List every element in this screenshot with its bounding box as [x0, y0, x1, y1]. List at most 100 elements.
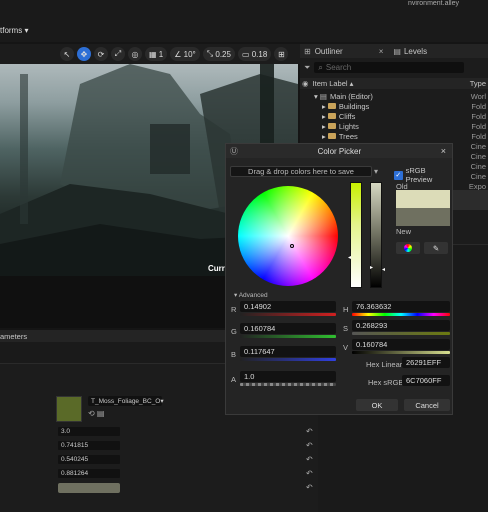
new-color-swatch[interactable]: [396, 208, 450, 226]
color-theme-drop-zone[interactable]: Drag & drop colors here to save: [230, 166, 372, 177]
h-slider[interactable]: [352, 313, 450, 316]
angle-icon: ∠: [174, 49, 184, 59]
texture-dropdown[interactable]: T_Moss_Foliage_BC_O ▾: [88, 396, 164, 406]
s-slider[interactable]: [352, 332, 450, 335]
texture-thumbnail[interactable]: [56, 396, 82, 422]
h-label: H: [343, 305, 349, 314]
search-input[interactable]: ⌕ Search: [314, 62, 465, 73]
color-wheel-cursor[interactable]: [290, 244, 294, 248]
b-input[interactable]: 0.117647: [240, 346, 336, 357]
search-icon: ⌕: [318, 62, 323, 72]
levels-icon: ▤: [393, 46, 401, 56]
r-input[interactable]: 0.14902: [240, 301, 336, 312]
color-wheel-icon: [404, 244, 412, 252]
reset-icon[interactable]: ↶: [306, 441, 313, 450]
slider-handle-icon[interactable]: ▸: [370, 264, 373, 271]
eye-icon[interactable]: ◉: [302, 79, 309, 88]
outliner-row[interactable]: ▸ Lights Fold: [300, 121, 488, 131]
translate-icon[interactable]: ✥: [77, 47, 91, 61]
eyedropper-icon: ✎: [432, 243, 440, 253]
param-field[interactable]: 0.540245: [58, 455, 120, 464]
reset-icon[interactable]: ↶: [306, 427, 313, 436]
color-picker-dialog: Ⓤ Color Picker × Drag & drop colors here…: [225, 143, 453, 415]
a-slider[interactable]: [240, 383, 336, 386]
color-swatch[interactable]: [58, 483, 120, 493]
g-input[interactable]: 0.160784: [240, 323, 336, 334]
outliner-tab[interactable]: Outliner: [315, 47, 343, 56]
sort-up-icon: ▴: [349, 79, 354, 88]
platforms-menu[interactable]: tforms ▾: [0, 26, 28, 35]
g-slider[interactable]: [240, 335, 336, 338]
filter-icon[interactable]: ⏷: [304, 63, 310, 73]
g-label: G: [231, 327, 237, 336]
folder-icon: [327, 123, 336, 129]
eyedropper-button[interactable]: ✎: [424, 242, 448, 254]
value-slider[interactable]: [370, 182, 382, 288]
color-wheel-toggle[interactable]: [396, 242, 420, 254]
a-label: A: [231, 375, 237, 384]
outliner-row[interactable]: ▸ Buildings Fold: [300, 101, 488, 111]
type-column[interactable]: Type: [470, 79, 486, 88]
expand-icon: ▸: [322, 111, 328, 121]
r-label: R: [231, 305, 237, 314]
param-field[interactable]: 3.0: [58, 427, 120, 436]
camera-speed-button[interactable]: ▭ 0.18: [237, 47, 272, 61]
expand-icon: ▸: [322, 131, 328, 141]
dialog-title: Color Picker: [317, 146, 362, 156]
scale-icon[interactable]: ⤢: [111, 47, 125, 61]
close-icon[interactable]: ×: [379, 47, 384, 56]
advanced-toggle[interactable]: ▾ Advanced: [234, 291, 268, 299]
b-slider[interactable]: [240, 358, 336, 361]
selection-highlight: [452, 190, 488, 210]
slider-handle-icon[interactable]: ◂: [348, 254, 351, 261]
scale-snap-button[interactable]: ⤡ 0.25: [202, 47, 235, 61]
levels-tab[interactable]: Levels: [404, 47, 427, 56]
ok-button[interactable]: OK: [356, 399, 398, 411]
rotate-icon[interactable]: ⟳: [94, 47, 108, 61]
a-input[interactable]: 1.0: [240, 371, 336, 382]
chevron-down-icon: ▾: [24, 26, 29, 35]
dialog-titlebar[interactable]: Ⓤ Color Picker ×: [226, 144, 452, 158]
outliner-row[interactable]: ▸ Cliffs Fold: [300, 111, 488, 121]
param-field[interactable]: 0.881264: [58, 469, 120, 478]
outliner-header: ◉ Item Label ▴ Type: [300, 78, 488, 89]
top-bar: tforms ▾ nvironment.alley: [0, 0, 488, 42]
close-icon[interactable]: ×: [441, 146, 446, 156]
item-label-column[interactable]: Item Label: [313, 79, 348, 88]
srgb-checkbox[interactable]: ✓: [394, 170, 403, 180]
r-slider[interactable]: [240, 313, 336, 316]
reset-icon[interactable]: ↶: [306, 483, 313, 492]
angle-snap-button[interactable]: ∠ 10°: [170, 47, 200, 61]
outliner-row[interactable]: ▾ ▤ Main (Editor) Worl: [300, 91, 488, 101]
param-field[interactable]: 0.741815: [58, 441, 120, 450]
unreal-logo-icon: Ⓤ: [230, 146, 238, 156]
new-label: New: [396, 227, 412, 236]
level-icon: ▤: [319, 91, 327, 101]
reset-icon[interactable]: ↶: [306, 455, 313, 464]
saturation-slider[interactable]: [350, 182, 362, 288]
outliner-row[interactable]: ▸ Trees Fold: [300, 131, 488, 141]
layout-icon[interactable]: ⊞: [274, 47, 289, 61]
browse-icon[interactable]: ⟲ ▤: [88, 409, 104, 418]
world-icon[interactable]: ◎: [128, 47, 142, 61]
slider-handle-icon[interactable]: ◂: [382, 266, 385, 273]
hex-linear-input[interactable]: 26291EFF: [402, 357, 450, 368]
viewport-toolbar: ↖ ✥ ⟳ ⤢ ◎ ▦ 1 ∠ 10° ⤡ 0.25 ▭ 0.18 ⊞: [0, 44, 300, 64]
v-input[interactable]: 0.160784: [352, 339, 450, 350]
grid-icon: ▦: [149, 49, 159, 59]
h-input[interactable]: 76.363632: [352, 301, 450, 312]
select-mode-icon[interactable]: ↖: [60, 47, 74, 61]
color-wheel[interactable]: [238, 186, 338, 286]
camera-icon: ▭: [241, 49, 252, 59]
old-color-swatch[interactable]: [396, 190, 450, 208]
hex-srgb-label: Hex sRGB: [368, 378, 404, 387]
grid-snap-button[interactable]: ▦ 1: [145, 47, 168, 61]
b-label: B: [231, 350, 237, 359]
s-input[interactable]: 0.268293: [352, 320, 450, 331]
hex-srgb-input[interactable]: 6C7060FF: [402, 375, 450, 386]
cancel-button[interactable]: Cancel: [404, 399, 450, 411]
chevron-down-icon[interactable]: ▾: [374, 167, 378, 176]
v-slider[interactable]: [352, 351, 450, 354]
expand-icon: ▸: [322, 101, 328, 111]
reset-icon[interactable]: ↶: [306, 469, 313, 478]
